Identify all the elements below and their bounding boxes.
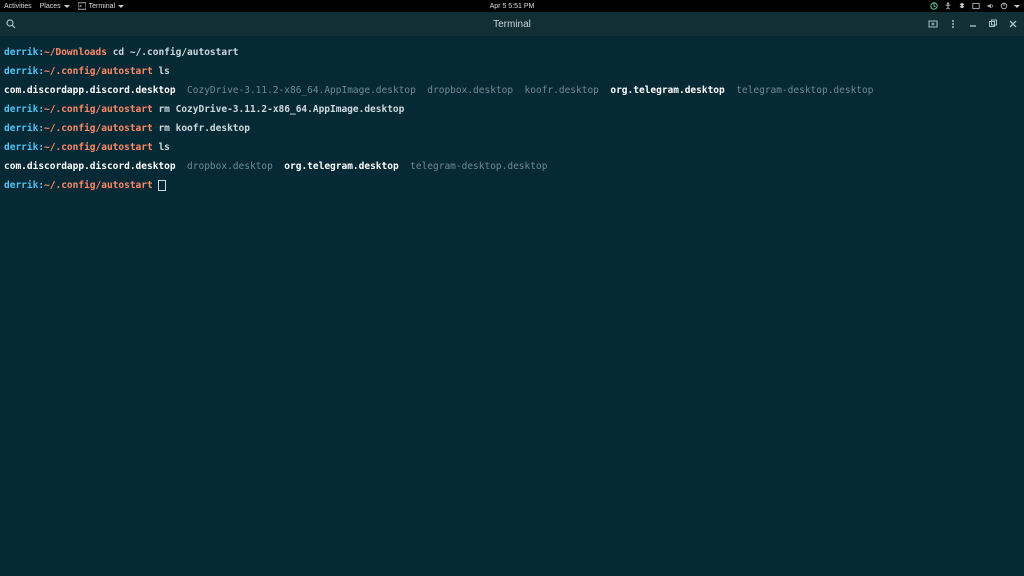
chevron-down-icon [64,5,70,8]
prompt-user: derrik: [4,104,44,115]
chevron-down-icon [118,5,124,8]
command-text: ls [153,142,170,153]
ls-entry: org.telegram.desktop [610,85,724,96]
ls-entry: com.discordapp.discord.desktop [4,161,176,172]
prompt-user: derrik: [4,123,44,134]
places-menu[interactable]: Places [40,3,70,10]
chevron-down-icon[interactable] [1014,5,1020,8]
command-text: rm koofr.desktop [153,123,250,134]
ls-entry: dropbox.desktop [187,161,273,172]
topbar-left-group: Activities Places Terminal [4,2,124,10]
places-label: Places [40,3,61,10]
terminal-line: derrik:~/.config/autostart rm koofr.desk… [4,124,1020,134]
ls-entry: CozyDrive-3.11.2-x86_64.AppImage.desktop [187,85,416,96]
prompt-path: ~/.config/autostart [44,123,153,134]
maximize-icon[interactable] [988,19,998,29]
terminal-line: derrik:~/.config/autostart ls [4,67,1020,77]
command-text: rm CozyDrive-3.11.2-x86_64.AppImage.desk… [153,104,405,115]
terminal-app-label: Terminal [89,3,115,10]
window-title: Terminal [493,19,531,30]
window-header: Terminal [0,12,1024,36]
prompt-user: derrik: [4,47,44,58]
volume-icon[interactable] [986,2,994,10]
command-text: cd ~/.config/autostart [107,47,239,58]
clock-label[interactable]: Apr 5 5:51 PM [490,3,535,10]
ls-entry: telegram-desktop.desktop [410,161,547,172]
new-tab-icon[interactable] [928,19,938,29]
prompt-user: derrik: [4,142,44,153]
prompt-path: ~/Downloads [44,47,107,58]
terminal-app-menu[interactable]: Terminal [78,2,124,10]
terminal-line: derrik:~/.config/autostart ls [4,143,1020,153]
close-icon[interactable] [1008,19,1018,29]
update-icon[interactable] [930,2,938,10]
terminal-line: derrik:~/.config/autostart [4,181,1020,191]
command-text [153,180,159,191]
prompt-user: derrik: [4,180,44,191]
dropbox-tray-icon[interactable] [958,2,966,10]
terminal-line: derrik:~/Downloads cd ~/.config/autostar… [4,48,1020,58]
terminal-line: derrik:~/.config/autostart rm CozyDrive-… [4,105,1020,115]
minimize-icon[interactable] [968,19,978,29]
gnome-top-bar: Activities Places Terminal Apr 5 5:51 PM [0,0,1024,12]
ls-entry: koofr.desktop [525,85,599,96]
ls-entry: com.discordapp.discord.desktop [4,85,176,96]
activities-label: Activities [4,3,32,10]
prompt-user: derrik: [4,66,44,77]
prompt-path: ~/.config/autostart [44,104,153,115]
window-indicator-icon[interactable] [972,2,980,10]
accessibility-icon[interactable] [944,2,952,10]
window-header-left [6,19,16,29]
ls-entry: telegram-desktop.desktop [736,85,873,96]
terminal-line: com.discordapp.discord.desktop dropbox.d… [4,162,1020,172]
menu-icon[interactable] [948,19,958,29]
terminal-icon [78,2,86,10]
window-header-right [928,19,1018,29]
prompt-path: ~/.config/autostart [44,142,153,153]
cursor-block [159,181,165,190]
ls-entry: dropbox.desktop [427,85,513,96]
power-icon[interactable] [1000,2,1008,10]
terminal-line: com.discordapp.discord.desktop CozyDrive… [4,86,1020,96]
prompt-path: ~/.config/autostart [44,66,153,77]
search-icon[interactable] [6,19,16,29]
ls-entry: org.telegram.desktop [284,161,398,172]
prompt-path: ~/.config/autostart [44,180,153,191]
topbar-right-group [930,2,1020,10]
terminal-output[interactable]: derrik:~/Downloads cd ~/.config/autostar… [0,36,1024,576]
activities-menu[interactable]: Activities [4,3,32,10]
command-text: ls [153,66,170,77]
